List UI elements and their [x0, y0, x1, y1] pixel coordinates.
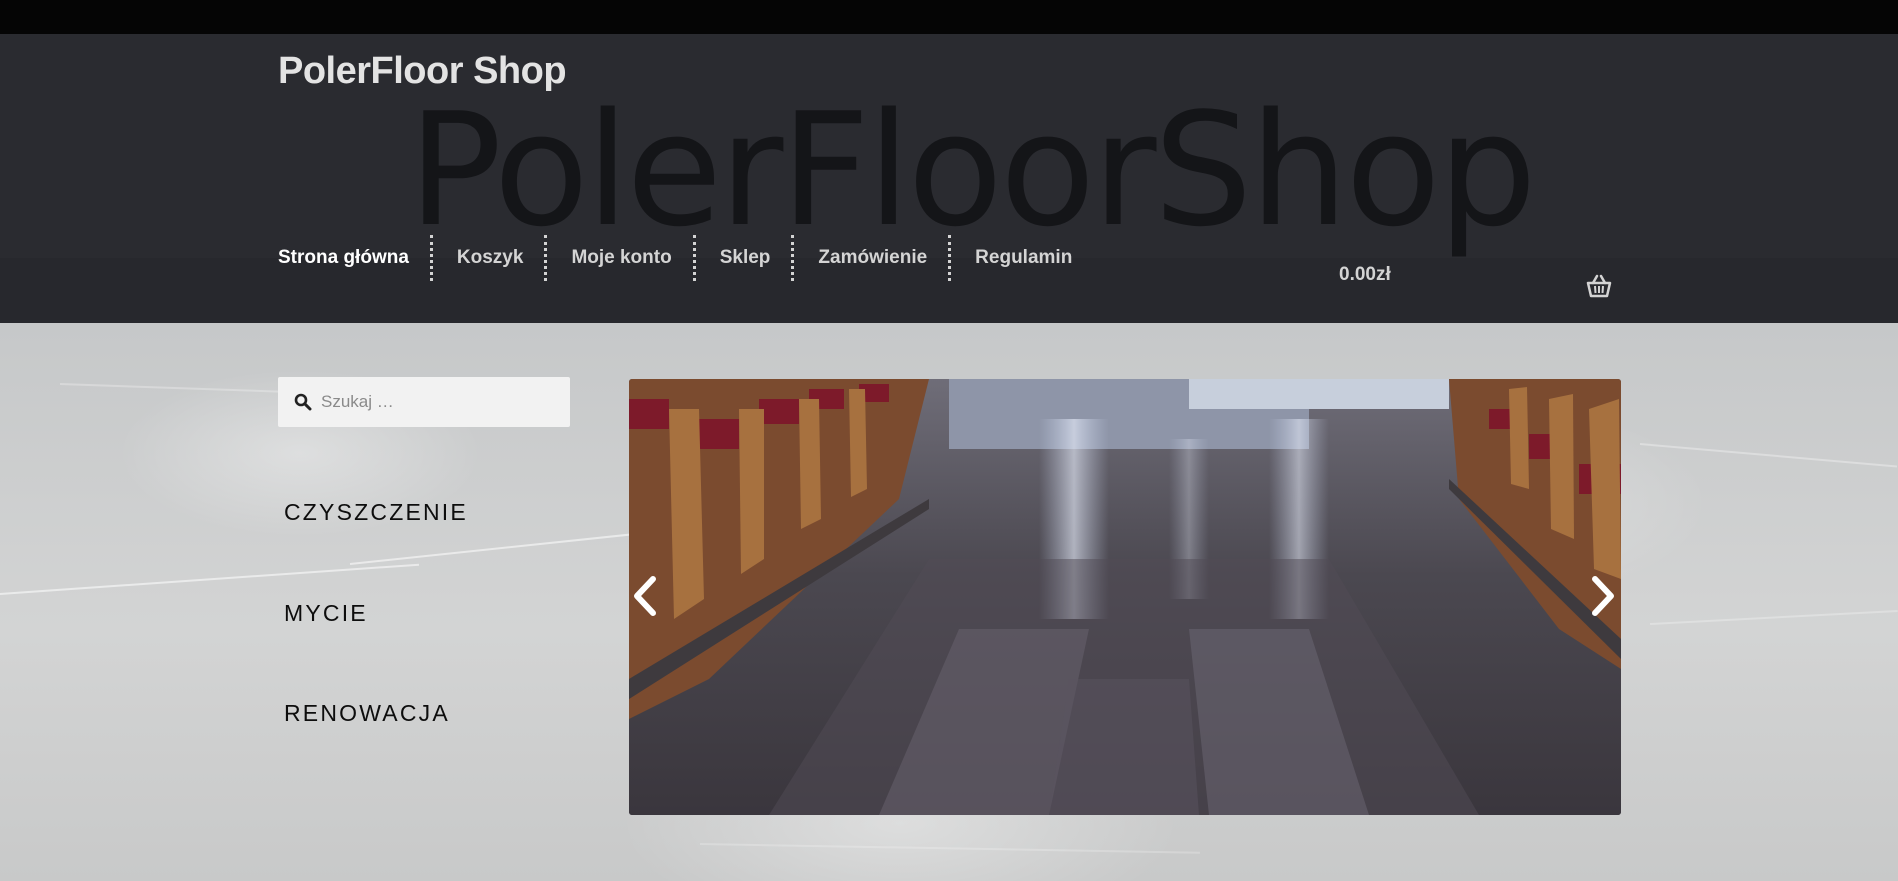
- top-bar: [0, 0, 1898, 34]
- cart-total[interactable]: 0.00zł: [1339, 264, 1391, 286]
- image-slider: [629, 379, 1621, 815]
- nav-item-cart[interactable]: Koszyk: [433, 235, 548, 281]
- nav-item-shop[interactable]: Sklep: [696, 235, 795, 281]
- slider-next-button[interactable]: [1587, 571, 1617, 621]
- nav-item-my-account[interactable]: Moje konto: [547, 235, 696, 281]
- category-renovation[interactable]: RENOWACJA: [284, 700, 450, 727]
- primary-navigation: Strona główna Koszyk Moje konto Sklep Za…: [278, 230, 1093, 286]
- search-input[interactable]: [321, 377, 561, 427]
- category-washing[interactable]: MYCIE: [284, 600, 368, 627]
- category-cleaning[interactable]: CZYSZCZENIE: [284, 499, 468, 526]
- search-icon: [294, 393, 312, 411]
- nav-item-order[interactable]: Zamówienie: [794, 235, 952, 281]
- search-box: [278, 377, 570, 427]
- nav-item-home[interactable]: Strona główna: [278, 235, 433, 281]
- basket-icon[interactable]: [1586, 274, 1612, 298]
- slider-prev-button[interactable]: [631, 571, 661, 621]
- slider-image[interactable]: [629, 379, 1621, 815]
- nav-item-terms[interactable]: Regulamin: [951, 235, 1093, 281]
- site-logo[interactable]: PolerFloorShop: [408, 92, 1537, 248]
